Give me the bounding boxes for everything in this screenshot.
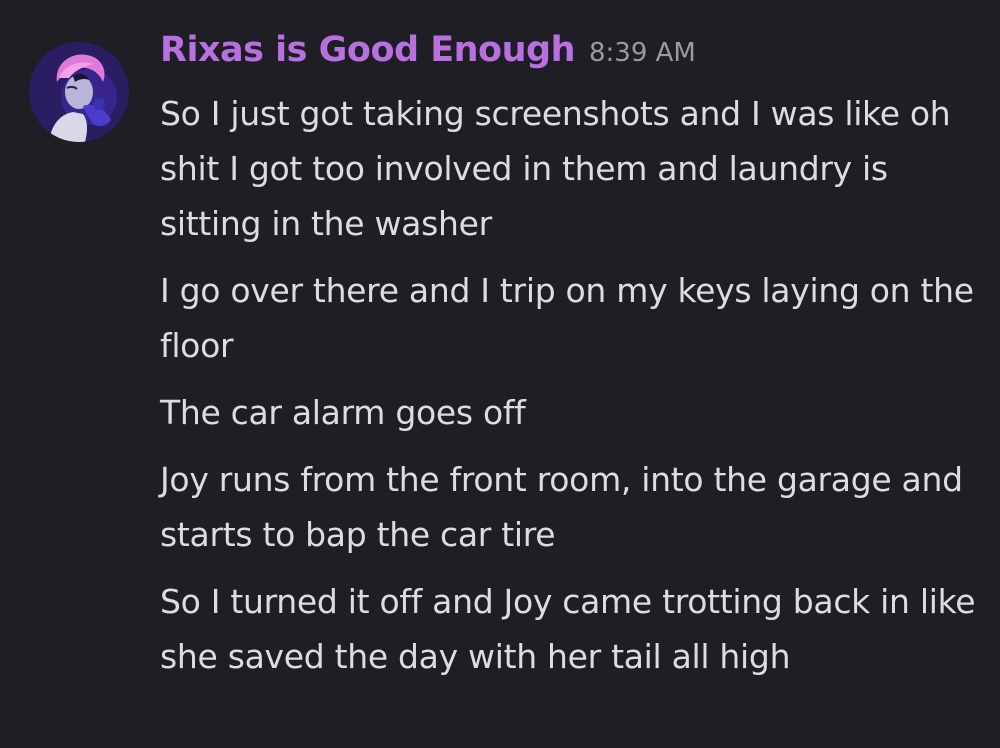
message-group: Rixas is Good Enough 8:39 AM So I just go…: [0, 0, 1000, 748]
message-text: I go over there and I trip on my keys la…: [160, 271, 974, 365]
timestamp: 8:39 AM: [589, 38, 696, 68]
message-header: Rixas is Good Enough 8:39 AM: [160, 30, 696, 80]
message-text: The car alarm goes off: [160, 393, 526, 432]
user-avatar-icon[interactable]: [29, 42, 129, 142]
username[interactable]: Rixas is Good Enough: [160, 30, 576, 70]
message-list: So I just got taking screenshots and I w…: [160, 86, 980, 696]
message-text: So I just got taking screenshots and I w…: [160, 94, 951, 243]
message-text: Joy runs from the front room, into the g…: [160, 460, 963, 554]
message-text: So I turned it off and Joy came trotting…: [160, 582, 976, 676]
